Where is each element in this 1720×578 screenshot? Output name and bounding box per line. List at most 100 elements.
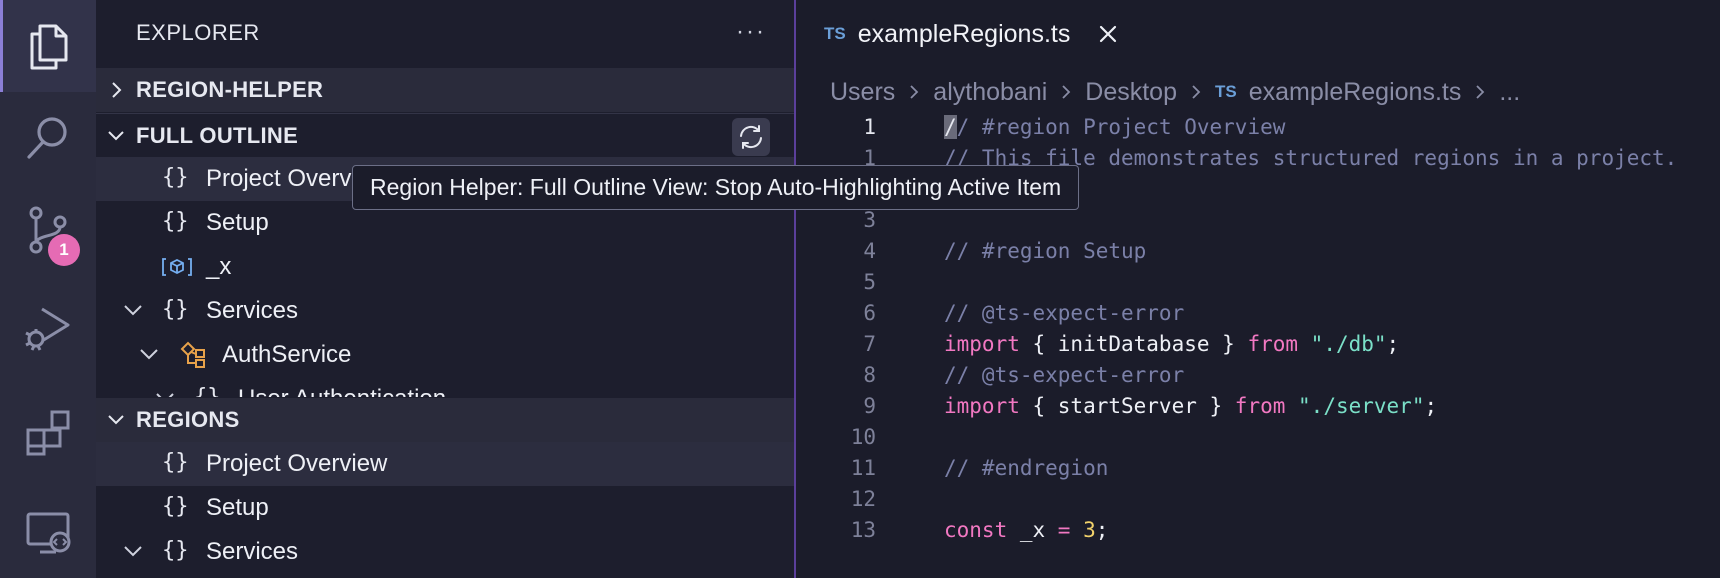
search-activity-button[interactable] <box>0 92 96 184</box>
region-item-services[interactable]: {} Services <box>96 530 794 574</box>
line-number: 6 <box>863 301 876 325</box>
region-helper-section-header[interactable]: REGION-HELPER <box>96 68 794 112</box>
regions-section-header[interactable]: REGIONS <box>96 398 794 442</box>
code-token: import <box>944 394 1020 418</box>
code-text: // @ts-expect-error <box>944 301 1184 325</box>
activity-bar: 1 <box>0 0 96 578</box>
run-debug-activity-button[interactable] <box>0 283 96 375</box>
code-line[interactable]: 9 import { startServer } from "./server"; <box>798 390 1720 424</box>
code-line[interactable]: 1 // #region Project Overview <box>798 111 1720 145</box>
outline-item-user-authentication[interactable]: {} User Authentication <box>96 377 794 397</box>
chevron-right-icon <box>1192 85 1201 99</box>
code-text: // #region Setup <box>944 239 1146 263</box>
code-token: // @ts-expect-error <box>944 363 1185 387</box>
code-text: import { startServer } from "./server"; <box>944 394 1437 418</box>
outline-item-label: AuthService <box>222 341 352 368</box>
line-number: 8 <box>863 363 876 387</box>
code-token: ; <box>1095 518 1109 542</box>
close-icon[interactable] <box>1096 22 1120 46</box>
line-number: 7 <box>863 332 876 356</box>
outline-item-label: Setup <box>206 209 269 236</box>
breadcrumb-user[interactable]: alythobani <box>933 78 1047 107</box>
code-token: from <box>1247 332 1299 356</box>
chevron-right-icon <box>1476 85 1485 99</box>
region-item-label: Setup <box>206 494 269 521</box>
breadcrumb-file[interactable]: exampleRegions.ts <box>1249 78 1462 107</box>
explorer-activity-button[interactable] <box>0 0 96 92</box>
breadcrumb-symbol[interactable]: ... <box>1499 78 1520 107</box>
outline-item-authservice[interactable]: AuthService <box>96 333 794 377</box>
chevron-down-icon[interactable] <box>154 387 176 397</box>
code-line[interactable]: 12 <box>798 483 1720 517</box>
code-token: // #endregion <box>944 456 1109 480</box>
explorer-sidebar: EXPLORER ··· REGION-HELPER FULL OUTLINE … <box>96 0 796 578</box>
chevron-right-icon <box>910 85 919 99</box>
code-token: 3 <box>1083 518 1096 542</box>
code-token: = <box>1057 518 1071 542</box>
section-title: REGION-HELPER <box>136 77 324 102</box>
code-token: from <box>1234 394 1286 418</box>
full-outline-section-header[interactable]: FULL OUTLINE <box>96 113 794 157</box>
breadcrumb-users[interactable]: Users <box>830 78 895 107</box>
code-line[interactable]: 10 <box>798 421 1720 455</box>
code-line[interactable]: 11 // #endregion <box>798 452 1720 486</box>
remote-explorer-activity-button[interactable] <box>0 486 96 578</box>
code-line[interactable]: 8 // @ts-expect-error <box>798 359 1720 393</box>
tab-example-regions[interactable]: TS exampleRegions.ts <box>798 0 1158 68</box>
variable-icon <box>162 258 192 276</box>
code-text: const _x = 3; <box>944 518 1108 542</box>
files-icon <box>30 24 68 70</box>
chevron-down-icon[interactable] <box>138 343 160 365</box>
text-cursor: / <box>944 115 957 139</box>
extensions-activity-button[interactable] <box>0 386 96 478</box>
code-line[interactable]: 4 // #region Setup <box>798 235 1720 269</box>
code-token: import <box>944 332 1020 356</box>
typescript-icon: TS <box>824 24 846 43</box>
typescript-icon: TS <box>1215 82 1237 101</box>
line-number: 5 <box>863 270 876 294</box>
line-number: 13 <box>850 518 876 542</box>
line-number: 3 <box>863 208 876 232</box>
region-item-label: Project Overview <box>206 450 388 477</box>
breadcrumb-desktop[interactable]: Desktop <box>1085 78 1177 107</box>
code-token: / #region Project Overview <box>956 115 1286 139</box>
code-line[interactable]: 13 const _x = 3; <box>798 514 1720 548</box>
outline-item-services[interactable]: {} Services <box>96 289 794 333</box>
line-number: 11 <box>850 456 876 480</box>
outline-item-x[interactable]: _x <box>96 245 794 289</box>
code-token: { initDatabase } <box>1019 332 1248 356</box>
chevron-down-icon[interactable] <box>122 540 144 562</box>
code-text: // #region Project Overview <box>944 115 1285 139</box>
code-line[interactable]: 6 // @ts-expect-error <box>798 297 1720 331</box>
section-title: FULL OUTLINE <box>136 122 299 148</box>
code-line[interactable]: 7 import { initDatabase } from "./db"; <box>798 328 1720 362</box>
tab-title: exampleRegions.ts <box>857 19 1071 48</box>
namespace-icon: {} <box>162 494 189 519</box>
sync-icon <box>740 125 762 149</box>
chevron-right-icon <box>96 81 136 99</box>
namespace-icon: {} <box>194 385 221 397</box>
code-token: // @ts-expect-error <box>944 301 1185 325</box>
source-control-activity-button[interactable]: 1 <box>0 184 96 276</box>
tab-bar: TS exampleRegions.ts <box>798 0 1720 68</box>
breadcrumb: Users alythobani Desktop TS exampleRegio… <box>830 74 1520 110</box>
code-line[interactable]: 5 <box>798 266 1720 300</box>
more-actions-icon[interactable]: ··· <box>736 18 766 46</box>
chevron-down-icon <box>96 127 136 145</box>
class-icon <box>180 341 205 368</box>
region-item-setup[interactable]: {} Setup <box>96 486 794 530</box>
outline-item-label: Services <box>206 297 299 324</box>
line-number: 4 <box>863 239 876 263</box>
code-text: import { initDatabase } from "./db"; <box>944 332 1399 356</box>
remote-explorer-icon <box>26 512 71 554</box>
namespace-icon: {} <box>162 297 189 322</box>
stop-auto-highlight-button[interactable] <box>732 118 770 156</box>
region-item-project-overview[interactable]: {} Project Overview <box>96 442 794 486</box>
extensions-icon <box>26 410 70 456</box>
namespace-icon: {} <box>162 165 189 190</box>
code-token: "./db" <box>1310 332 1387 356</box>
outline-item-label: _x <box>206 253 232 280</box>
code-text: // @ts-expect-error <box>944 363 1184 387</box>
chevron-down-icon[interactable] <box>122 299 144 321</box>
